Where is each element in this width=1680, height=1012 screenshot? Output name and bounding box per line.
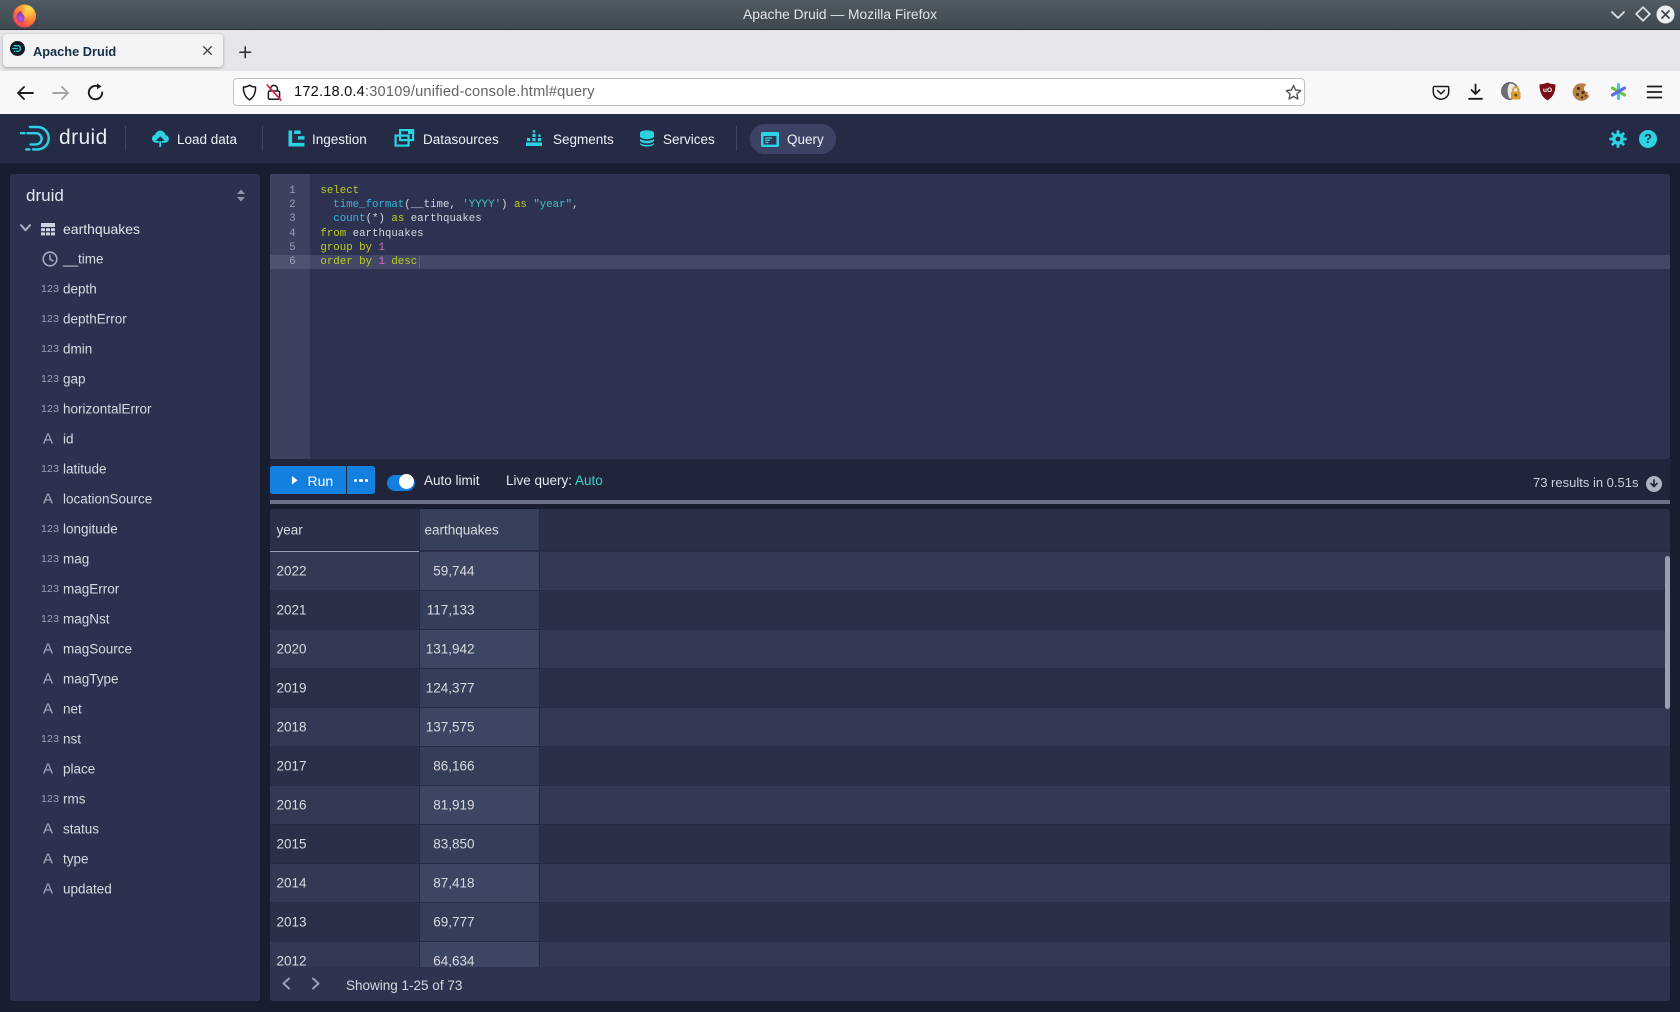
svg-text:uO: uO (1543, 87, 1552, 94)
